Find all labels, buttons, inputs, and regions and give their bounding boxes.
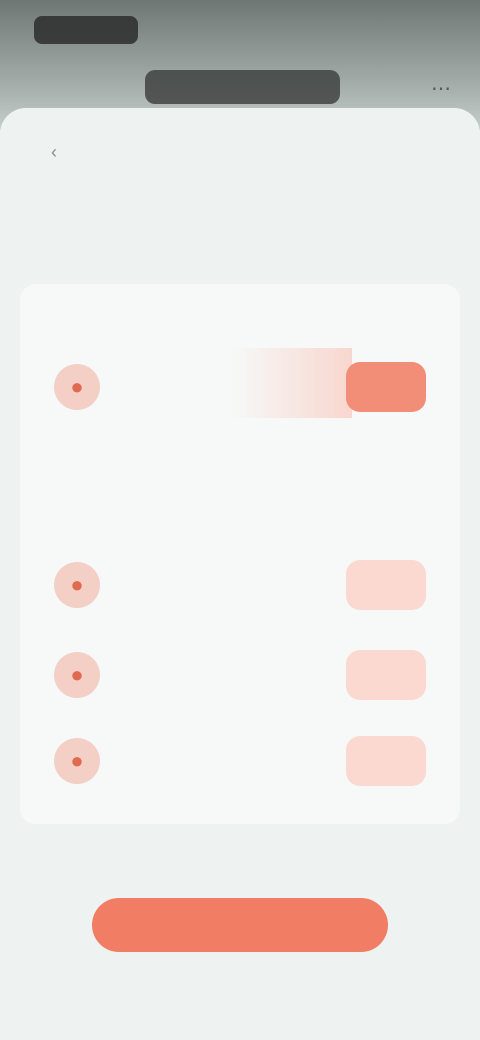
list-item: ●	[44, 550, 436, 620]
background-page-title	[145, 70, 340, 104]
back-arrow-icon[interactable]: ‹	[40, 142, 68, 162]
item-action-button[interactable]	[346, 362, 426, 412]
person-icon: ●	[54, 562, 100, 608]
item-action-button[interactable]	[346, 736, 426, 786]
person-icon: ●	[54, 364, 100, 410]
list-item: ●	[44, 640, 436, 710]
item-action-button[interactable]	[346, 650, 426, 700]
item-action-button[interactable]	[346, 560, 426, 610]
status-time	[34, 16, 138, 44]
person-icon: ●	[54, 738, 100, 784]
list-item: ●	[44, 352, 436, 422]
list-item: ●	[44, 726, 436, 796]
more-icon[interactable]: ⋯	[430, 78, 452, 100]
person-icon: ●	[54, 652, 100, 698]
primary-cta-button[interactable]	[92, 898, 388, 952]
